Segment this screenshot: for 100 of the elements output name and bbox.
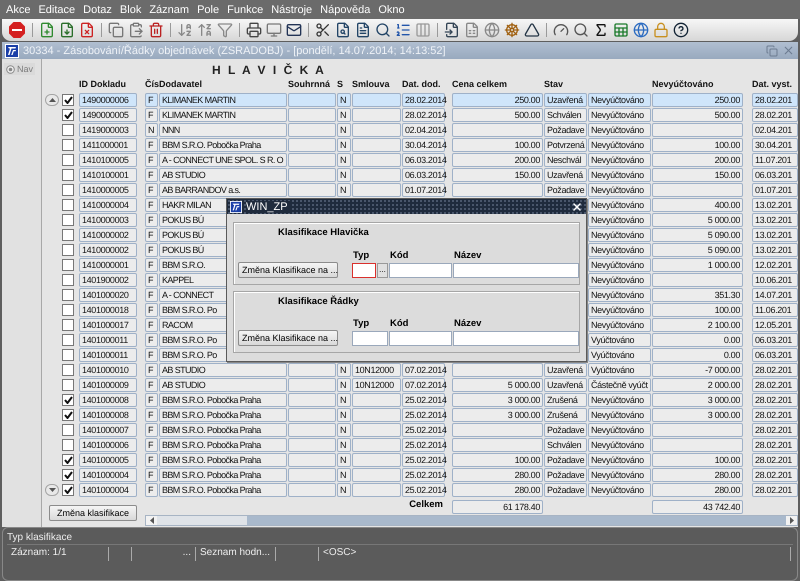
table-cell[interactable]: 30.04.201	[752, 138, 798, 152]
table-cell[interactable]: Požadave	[544, 183, 587, 197]
menu-item[interactable]: Záznam	[145, 4, 194, 16]
table-cell[interactable]: F	[145, 108, 158, 122]
table-cell[interactable]: 1 000.00	[652, 258, 743, 272]
table-cell[interactable]: N	[337, 123, 351, 137]
menu-item[interactable]: Blok	[116, 4, 146, 16]
table-cell[interactable]: N	[337, 483, 351, 497]
table-cell[interactable]: F	[145, 138, 158, 152]
table-cell[interactable]: Uzavřená	[544, 93, 587, 107]
table-cell[interactable]: Neschvál	[544, 153, 587, 167]
table-cell[interactable]: Uzavřená	[544, 378, 587, 392]
change-classification-button[interactable]: Změna Klasifikace na ...	[238, 262, 338, 278]
table-cell[interactable]: 28.02.2014	[402, 108, 445, 122]
table-cell[interactable]: AB BARRANDOV a.s.	[159, 183, 287, 197]
table-cell[interactable]: F	[145, 483, 158, 497]
table-cell[interactable]: F	[145, 333, 158, 347]
table-cell[interactable]: 1401000008	[79, 393, 137, 407]
table-cell[interactable]: Schválen	[544, 438, 587, 452]
table-cell[interactable]: F	[145, 423, 158, 437]
table-cell[interactable]: F	[145, 303, 158, 317]
table-cell[interactable]: Požadave	[544, 123, 587, 137]
table-cell[interactable]: 25.02.2014	[402, 393, 445, 407]
table-cell[interactable]: F	[145, 183, 158, 197]
table-cell[interactable]: F	[145, 288, 158, 302]
table-cell[interactable]: 1401000008	[79, 408, 137, 422]
table-cell[interactable]: 5 090.00	[652, 243, 743, 257]
table-cell[interactable]: F	[145, 228, 158, 242]
table-cell[interactable]: 1410100001	[79, 168, 137, 182]
table-cell[interactable]: 100.00	[452, 453, 543, 467]
table-cell[interactable]: Nevyúčtováno	[588, 303, 651, 317]
table-cell[interactable]: 100.00	[652, 138, 743, 152]
table-cell[interactable]: 01.07.201	[752, 183, 798, 197]
table-cell[interactable]: 1401900002	[79, 273, 137, 287]
menu-item[interactable]: Editace	[34, 4, 80, 16]
table-cell[interactable]: 5 000.00	[452, 378, 543, 392]
table-cell[interactable]: KLIMANEK MARTIN	[159, 93, 287, 107]
table-cell[interactable]: F	[145, 348, 158, 362]
table-cell[interactable]: 25.02.2014	[402, 423, 445, 437]
table-cell[interactable]: 1401000017	[79, 318, 137, 332]
table-cell[interactable]: Požadave	[544, 468, 587, 482]
table-cell[interactable]: AB STUDIO	[159, 363, 287, 377]
table-cell[interactable]: 06.03.201	[752, 168, 798, 182]
menu-item[interactable]: Funkce	[223, 4, 268, 16]
table-cell[interactable]: AB STUDIO	[159, 168, 287, 182]
table-cell[interactable]: 150.00	[652, 168, 743, 182]
table-cell[interactable]: F	[145, 378, 158, 392]
change-classification-button[interactable]: Změna Klasifikace na ...	[238, 330, 338, 346]
table-cell[interactable]: 12.05.201	[752, 318, 798, 332]
table-cell[interactable]: 100.00	[652, 303, 743, 317]
table-cell[interactable]: 1410000003	[79, 213, 137, 227]
table-cell[interactable]: 1490000005	[79, 108, 137, 122]
table-cell[interactable]: 28.02.201	[752, 408, 798, 422]
table-cell[interactable]: 1401000011	[79, 348, 137, 362]
table-cell[interactable]: 1401000004	[79, 468, 137, 482]
table-cell[interactable]: Nevyúčtováno	[588, 108, 651, 122]
table-cell[interactable]: 2 100.00	[652, 318, 743, 332]
table-cell[interactable]: NNN	[159, 123, 287, 137]
table-cell[interactable]: N	[337, 153, 351, 167]
table-cell[interactable]: 10N12000	[352, 378, 401, 392]
table-cell[interactable]: F	[145, 198, 158, 212]
table-cell[interactable]: Nevyúčtováno	[588, 438, 651, 452]
table-cell[interactable]: Nevyúčtováno	[588, 288, 651, 302]
table-cell[interactable]: 10.06.201	[752, 273, 798, 287]
table-cell[interactable]: 1401000011	[79, 333, 137, 347]
menu-item[interactable]: Okno	[374, 4, 409, 16]
table-cell[interactable]: Vyúčtováno	[588, 348, 651, 362]
table-cell[interactable]: 5 000.00	[652, 213, 743, 227]
table-cell[interactable]: 1401000004	[79, 483, 137, 497]
table-cell[interactable]: Vyúčtováno	[588, 363, 651, 377]
table-cell[interactable]: 1410000004	[79, 198, 137, 212]
table-cell[interactable]: BBM S.R.O. Pobočka Praha	[159, 483, 287, 497]
table-cell[interactable]: 28.02.201	[752, 363, 798, 377]
table-cell[interactable]: N	[337, 93, 351, 107]
menu-item[interactable]: Dotaz	[79, 4, 116, 16]
table-cell[interactable]: 10N12000	[352, 363, 401, 377]
table-cell[interactable]: Vyúčtováno	[588, 333, 651, 347]
table-cell[interactable]: 1411000001	[79, 138, 137, 152]
table-cell[interactable]: Zrušená	[544, 408, 587, 422]
table-cell[interactable]: KLIMANEK MARTIN	[159, 108, 287, 122]
table-cell[interactable]: 28.02.201	[752, 453, 798, 467]
table-cell[interactable]: F	[145, 213, 158, 227]
table-cell[interactable]: Nevyúčtováno	[588, 273, 651, 287]
table-cell[interactable]: Nevyúčtováno	[588, 138, 651, 152]
table-cell[interactable]: Požadave	[544, 423, 587, 437]
table-cell[interactable]: 200.00	[452, 153, 543, 167]
change-classification-button[interactable]: Změna klasifikace	[49, 505, 137, 521]
table-cell[interactable]: BBM S.R.O. Pobočka Praha	[159, 138, 287, 152]
table-cell[interactable]: F	[145, 153, 158, 167]
table-cell[interactable]: F	[145, 393, 158, 407]
table-cell[interactable]: 250.00	[652, 93, 743, 107]
table-cell[interactable]: N	[337, 378, 351, 392]
table-cell[interactable]: F	[145, 408, 158, 422]
table-cell[interactable]: AB STUDIO	[159, 378, 287, 392]
table-cell[interactable]: N	[337, 168, 351, 182]
table-cell[interactable]: 280.00	[652, 468, 743, 482]
table-cell[interactable]: Nevyúčtováno	[588, 318, 651, 332]
table-cell[interactable]: 280.00	[452, 468, 543, 482]
table-cell[interactable]: Nevyúčtováno	[588, 213, 651, 227]
table-cell[interactable]: 1401000010	[79, 363, 137, 377]
